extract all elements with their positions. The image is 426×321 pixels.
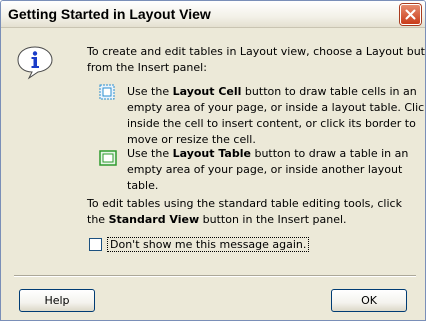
item2-line-2: empty area of your page, or inside anoth…: [127, 163, 403, 176]
standard-view-label: Standard View: [108, 213, 200, 226]
separator: [14, 275, 416, 277]
intro-text: To create and edit tables in Layout view…: [87, 44, 426, 76]
item1-suffix: button to draw table cells in an: [241, 85, 417, 98]
outro-suffix: button in the Insert panel.: [199, 213, 347, 226]
ok-button[interactable]: OK: [331, 289, 407, 312]
item2-suffix: button to draw a table in an: [250, 147, 409, 160]
dialog-title: Getting Started in Layout View: [8, 6, 211, 22]
dont-show-again-label[interactable]: Don't show me this message again.: [106, 237, 310, 252]
dialog-body: To create and edit tables in Layout view…: [5, 28, 425, 316]
info-icon: [17, 46, 53, 80]
intro-line-1: To create and edit tables in Layout view…: [87, 45, 426, 58]
dialog-window: Getting Started in Layout View To create…: [0, 0, 426, 321]
outro-prefix: the: [87, 213, 109, 226]
layout-cell-description: Use the Layout Cell button to draw table…: [127, 84, 426, 148]
item1-line-2: empty area of your page, or inside a lay…: [127, 101, 426, 114]
dont-show-again-checkbox[interactable]: [89, 238, 102, 251]
layout-table-description: Use the Layout Table button to draw a ta…: [127, 146, 408, 194]
layout-table-icon: [99, 150, 117, 166]
item1-line-3: inside the cell to insert content, or cl…: [127, 117, 416, 130]
outro-line-1: To edit tables using the standard table …: [87, 197, 402, 210]
item2-line-3: table.: [127, 179, 159, 192]
item1-prefix: Use the: [127, 85, 173, 98]
outro-text: To edit tables using the standard table …: [87, 196, 402, 228]
layout-cell-icon: [99, 84, 115, 100]
item2-prefix: Use the: [127, 147, 173, 160]
close-button[interactable]: [400, 4, 421, 25]
close-icon: [405, 9, 416, 20]
title-bar[interactable]: Getting Started in Layout View: [1, 1, 425, 28]
layout-table-label: Layout Table: [172, 147, 251, 160]
layout-cell-label: Layout Cell: [172, 85, 242, 98]
help-button[interactable]: Help: [19, 289, 95, 312]
intro-line-2: from the Insert panel:: [87, 61, 207, 74]
dont-show-again-row[interactable]: Don't show me this message again.: [89, 237, 310, 252]
